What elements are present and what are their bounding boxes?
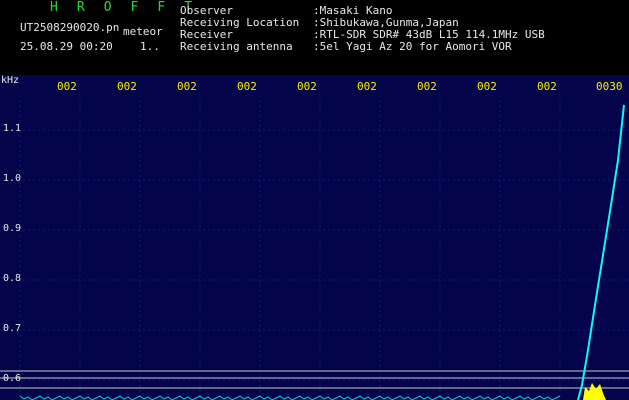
header: H R O F F T UT2508290020.pn meteor 25.08… xyxy=(0,0,629,75)
spectrogram: kHz 1.1 1.0 0.9 0.8 0.7 0.6 002 002 002 … xyxy=(0,75,629,400)
x-tick-label: 002 xyxy=(57,80,77,93)
antenna-label: Receiving antenna xyxy=(180,40,293,53)
meteor-label: meteor xyxy=(123,25,163,38)
x-tick-label: 002 xyxy=(117,80,137,93)
spectrogram-canvas xyxy=(0,95,629,400)
x-tick-label: 002 xyxy=(477,80,497,93)
x-tick-label: 002 xyxy=(537,80,557,93)
y-tick-label: 0.8 xyxy=(3,273,22,284)
app-title: H R O F F T xyxy=(50,0,198,15)
y-tick-label: 1.0 xyxy=(3,173,22,184)
meteor-count: 1.. xyxy=(140,40,160,53)
file-name: UT2508290020.pn xyxy=(20,21,120,34)
x-tick-label: 002 xyxy=(237,80,257,93)
antenna-value: :5el Yagi Az 20 for Aomori VOR xyxy=(313,40,512,53)
x-tick-label: 002 xyxy=(297,80,317,93)
y-tick-label: 0.6 xyxy=(3,373,22,384)
x-tick-label: 002 xyxy=(177,80,197,93)
y-tick-label: 1.1 xyxy=(3,123,22,134)
frequency-unit-label: kHz xyxy=(1,75,20,86)
noise-floor xyxy=(19,395,561,400)
echo-burst xyxy=(583,383,606,400)
x-tick-label: 002 xyxy=(417,80,437,93)
signal-trace xyxy=(577,104,625,400)
x-tick-label: 002 xyxy=(357,80,377,93)
y-tick-label: 0.7 xyxy=(3,323,22,334)
x-tick-label: 0030 xyxy=(596,80,623,93)
datetime: 25.08.29 00:20 xyxy=(20,40,113,53)
y-tick-label: 0.9 xyxy=(3,223,22,234)
